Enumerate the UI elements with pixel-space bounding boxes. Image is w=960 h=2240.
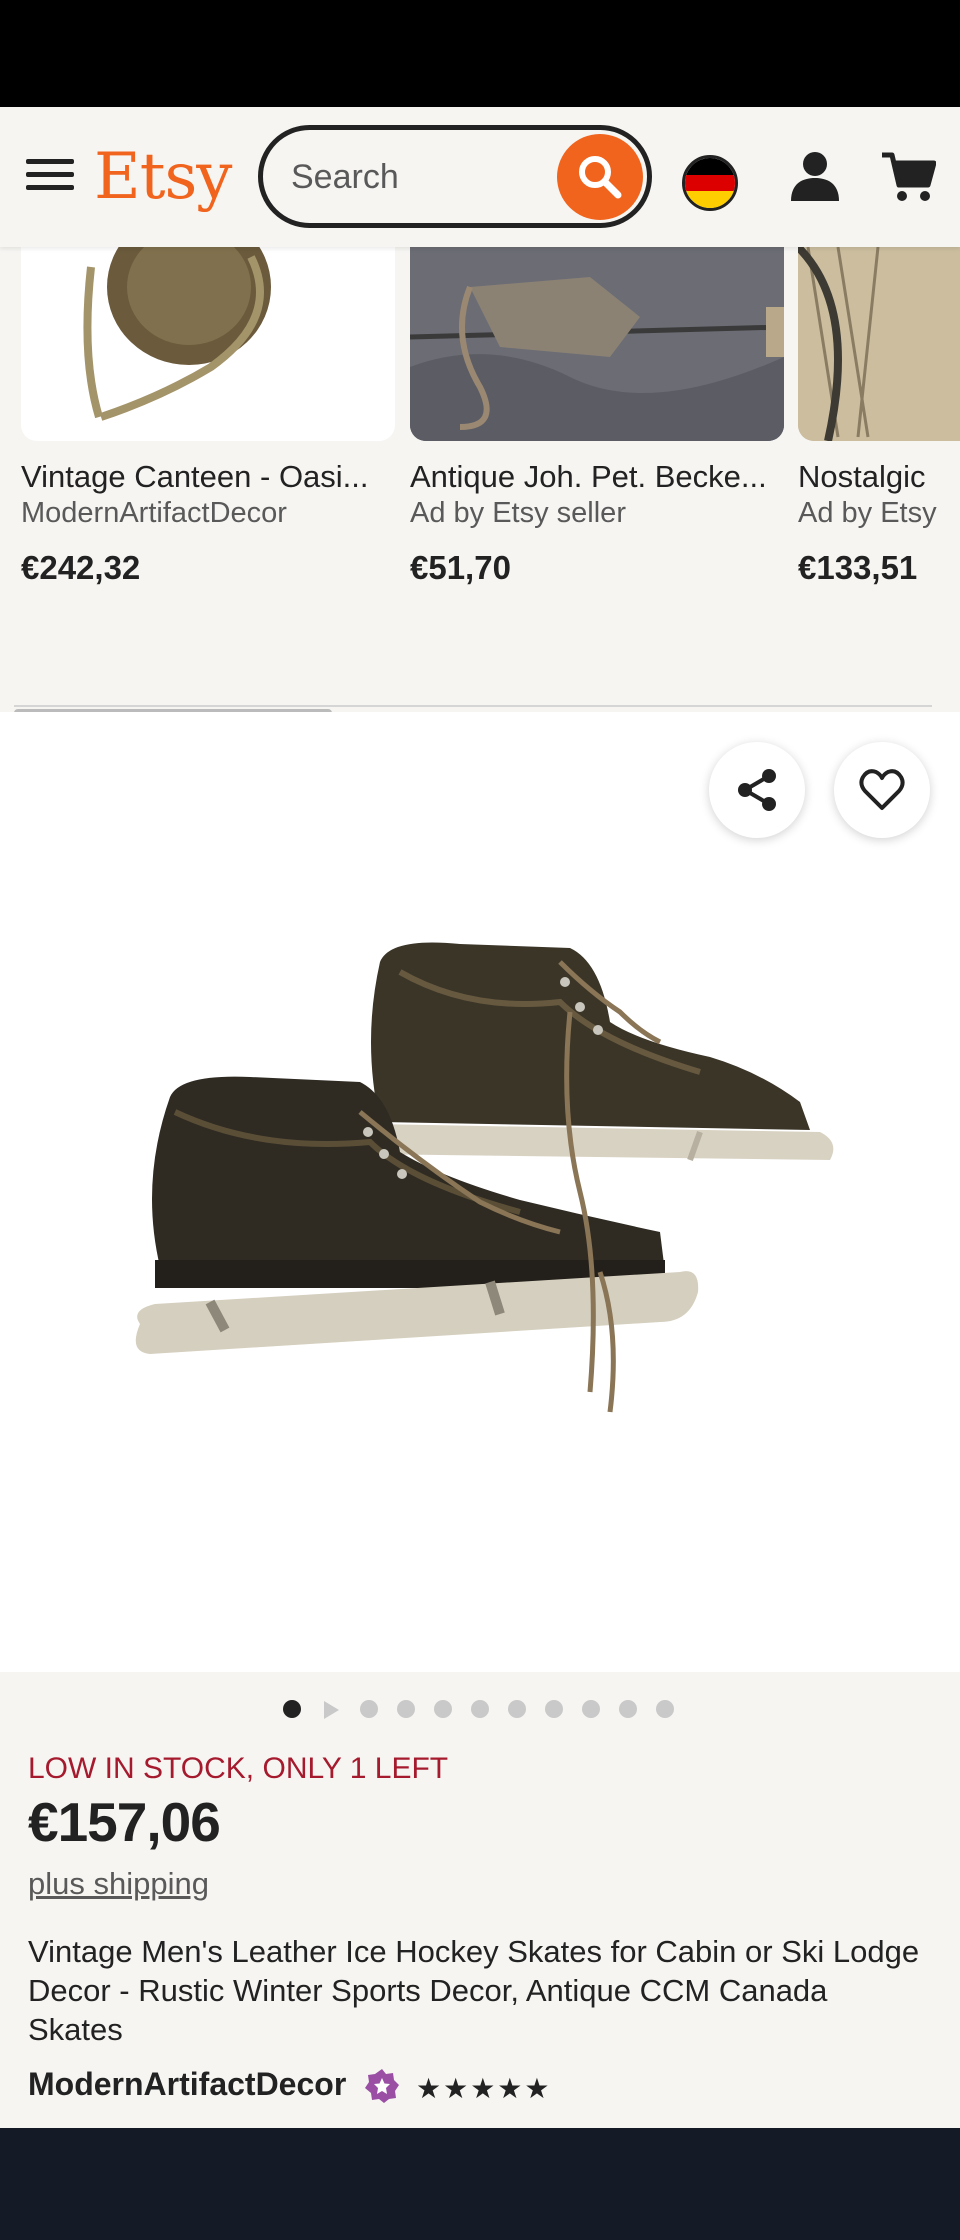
pagination-dot[interactable] xyxy=(656,1700,674,1718)
pagination-dot-active[interactable] xyxy=(283,1700,301,1718)
carousel-card[interactable]: Nostalgic Ad by Etsy €133,51 xyxy=(798,247,960,586)
listing-price: €157,06 xyxy=(28,1791,221,1853)
card-image xyxy=(410,247,784,441)
card-title[interactable]: Nostalgic xyxy=(798,459,960,495)
cart-icon[interactable] xyxy=(880,149,936,205)
card-shop: ModernArtifactDecor xyxy=(21,497,287,529)
german-flag-icon[interactable] xyxy=(682,155,738,211)
favorite-button[interactable] xyxy=(834,742,930,838)
pagination-dot[interactable] xyxy=(434,1700,452,1718)
card-price: €242,32 xyxy=(21,549,141,586)
star-seller-icon xyxy=(365,2069,399,2103)
search-icon xyxy=(579,156,622,199)
heart-icon xyxy=(859,769,905,810)
menu-icon[interactable] xyxy=(26,159,74,195)
user-icon[interactable] xyxy=(788,149,842,203)
pagination-dot[interactable] xyxy=(619,1700,637,1718)
search-bar xyxy=(258,125,652,228)
pagination-dot[interactable] xyxy=(508,1700,526,1718)
search-input[interactable] xyxy=(291,152,541,202)
video-play-icon[interactable] xyxy=(322,1700,340,1720)
search-button[interactable] xyxy=(557,134,643,220)
pagination-dot[interactable] xyxy=(471,1700,489,1718)
pagination-dot[interactable] xyxy=(360,1700,378,1718)
pagination-dot[interactable] xyxy=(397,1700,415,1718)
skates-image xyxy=(135,942,834,1413)
carousel-scroll-track xyxy=(14,705,932,707)
stock-notice: LOW IN STOCK, ONLY 1 LEFT xyxy=(28,1752,449,1785)
card-price: €133,51 xyxy=(798,549,918,586)
recommendation-carousel[interactable]: Vintage Canteen - Oasi... ModernArtifact… xyxy=(0,247,960,707)
card-image xyxy=(798,247,960,441)
card-ad-label: Ad by Etsy xyxy=(798,497,937,529)
card-price: €51,70 xyxy=(410,549,511,586)
card-title[interactable]: Vintage Canteen - Oasi... xyxy=(21,459,395,495)
rating-stars: ★★★★★ xyxy=(416,2073,552,2104)
etsy-logo[interactable]: Etsy xyxy=(94,140,232,214)
shop-name-link[interactable]: ModernArtifactDecor xyxy=(28,2066,346,2103)
carousel-card[interactable]: Antique Joh. Pet. Becke... Ad by Etsy se… xyxy=(410,247,784,586)
share-icon xyxy=(738,769,776,811)
bottom-bar xyxy=(0,2128,960,2240)
pagination-dot[interactable] xyxy=(545,1700,563,1718)
status-bar xyxy=(0,0,960,107)
card-ad-label: Ad by Etsy seller xyxy=(410,497,626,529)
share-button[interactable] xyxy=(709,742,805,838)
carousel-card[interactable]: Vintage Canteen - Oasi... ModernArtifact… xyxy=(21,247,395,586)
card-title[interactable]: Antique Joh. Pet. Becke... xyxy=(410,459,784,495)
pagination-dot[interactable] xyxy=(582,1700,600,1718)
header: Etsy xyxy=(0,107,960,247)
listing-title: Vintage Men's Leather Ice Hockey Skates … xyxy=(28,1934,920,2047)
card-image xyxy=(21,247,395,441)
listing-main-image[interactable] xyxy=(0,712,960,1672)
shipping-link[interactable]: plus shipping xyxy=(28,1866,209,1902)
